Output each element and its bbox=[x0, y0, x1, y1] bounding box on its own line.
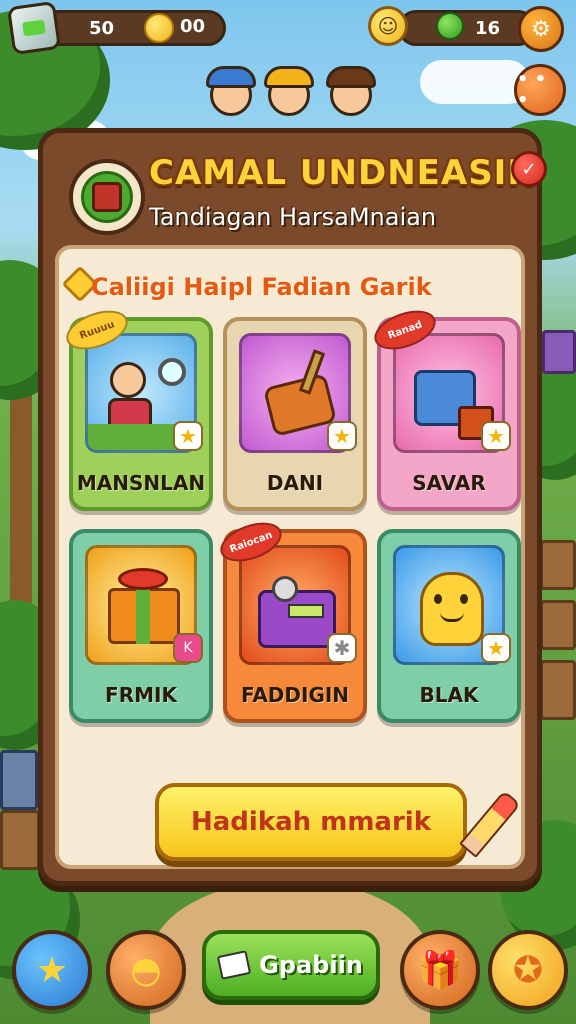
coin-count: 00 bbox=[180, 16, 206, 37]
play-button[interactable]: Gpabiin bbox=[202, 930, 380, 1000]
reward-card[interactable]: ★ BLAK bbox=[377, 529, 521, 723]
crate bbox=[542, 330, 576, 374]
close-button[interactable]: ✓ bbox=[511, 151, 547, 187]
reward-card[interactable]: K FRMIK bbox=[69, 529, 213, 723]
star-icon: ★ bbox=[35, 949, 69, 991]
card-label: FRMIK bbox=[105, 683, 177, 707]
gift-icon: 🎁 bbox=[417, 950, 463, 991]
star-icon: ★ bbox=[481, 421, 511, 451]
trophy-icon: ✪ bbox=[512, 949, 544, 991]
more-dots-icon: • • • bbox=[517, 69, 547, 111]
energy-counter[interactable]: 16 bbox=[398, 10, 536, 46]
menu-button[interactable]: • • • bbox=[514, 64, 566, 116]
star-icon: ★ bbox=[327, 421, 357, 451]
reward-panel: CAMAL UNDNEASIN Tandiagan HarsaMnaian ✓ … bbox=[38, 128, 547, 886]
achievements-button[interactable]: ✪ bbox=[488, 930, 568, 1010]
reward-card[interactable]: Ranad ★ SAVAR bbox=[369, 303, 521, 511]
character-avatar bbox=[204, 66, 258, 126]
reward-card[interactable]: Ruuuu ★ MANSNLAN bbox=[61, 303, 213, 511]
crate bbox=[540, 540, 576, 590]
card-label: FADDIGIN bbox=[240, 683, 350, 707]
ticket-icon bbox=[216, 950, 252, 980]
cloud bbox=[420, 60, 530, 104]
panel-header: CAMAL UNDNEASIN Tandiagan HarsaMnaian ✓ bbox=[53, 141, 547, 237]
gem-icon bbox=[6, 0, 62, 56]
reward-card[interactable]: ★ DANI bbox=[223, 317, 367, 511]
k-badge-icon: K bbox=[173, 633, 203, 663]
card-label: DANI bbox=[266, 471, 324, 495]
character-avatar bbox=[262, 66, 316, 126]
star-icon: ★ bbox=[173, 421, 203, 451]
leaf-icon bbox=[436, 12, 464, 40]
crate bbox=[0, 750, 38, 810]
gear-icon: ✱ bbox=[327, 633, 357, 663]
panel-subtitle: Tandiagan HarsaMnaian bbox=[149, 203, 437, 231]
card-label: BLAK bbox=[419, 683, 479, 707]
crate bbox=[540, 660, 576, 720]
claim-reward-button[interactable]: Hadikah mmarik bbox=[155, 783, 467, 861]
claim-button-label: Hadikah mmarik bbox=[191, 807, 431, 837]
settings-button[interactable]: ⚙ bbox=[518, 6, 564, 52]
card-label: SAVAR bbox=[412, 471, 486, 495]
profile-button[interactable]: ◓ bbox=[106, 930, 186, 1010]
crate bbox=[540, 600, 576, 650]
star-icon: ★ bbox=[481, 633, 511, 663]
character-avatar bbox=[324, 66, 378, 126]
panel-title: CAMAL UNDNEASIN bbox=[149, 153, 537, 193]
card-label: MANSNLAN bbox=[76, 471, 206, 495]
pencil-icon bbox=[459, 790, 521, 858]
play-button-label: Gpabiin bbox=[259, 951, 363, 979]
shop-button[interactable]: 🎁 bbox=[400, 930, 480, 1010]
crate bbox=[0, 810, 40, 870]
smiley-icon: ☺ bbox=[368, 6, 408, 46]
section-label: Caliigi Haipl Fadian Garik bbox=[91, 273, 432, 301]
favorites-button[interactable]: ★ bbox=[12, 930, 92, 1010]
coin-icon bbox=[144, 13, 174, 43]
hat-icon: ◓ bbox=[130, 949, 162, 991]
reward-content: Caliigi Haipl Fadian Garik Ruuuu ★ MANSN… bbox=[55, 245, 525, 869]
gem-count: 50 bbox=[89, 17, 115, 39]
gear-icon: ⚙ bbox=[531, 16, 551, 42]
panel-badge-icon bbox=[69, 159, 145, 235]
reward-card[interactable]: Raiocan ✱ FADDIGIN bbox=[215, 515, 367, 723]
energy-count: 16 bbox=[475, 17, 501, 39]
close-icon: ✓ bbox=[521, 158, 537, 180]
